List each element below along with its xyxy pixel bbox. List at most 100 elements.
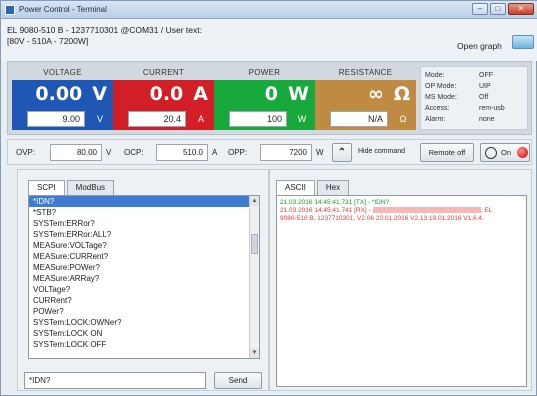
list-item[interactable]: SYSTem:LOCK ON — [29, 328, 259, 339]
status-panel: Mode: OFF OP Mode: UIP MS Mode: Off Access:… — [420, 66, 528, 130]
tab-scpi[interactable]: SCPI — [28, 180, 65, 195]
log-rx-prefix: 21.03.2016 14:45:41.741 [RX] - — [280, 207, 371, 214]
list-item[interactable]: MEASure:VOLTage? — [29, 240, 259, 251]
device-header: EL 9080-510 B - 1237710301 @COM31 / User… — [1, 19, 537, 61]
power-unit: W — [288, 83, 309, 105]
scroll-up-icon[interactable]: ▲ — [250, 196, 259, 206]
window-controls: – □ ✕ — [472, 3, 534, 15]
opp-unit: W — [316, 148, 324, 157]
list-item[interactable]: SYSTem:LOCK:OWNer? — [29, 317, 259, 328]
resistance-set-input[interactable]: N/A — [330, 111, 388, 127]
status-key: Access: — [425, 105, 450, 112]
send-button[interactable]: Send — [214, 372, 262, 389]
voltage-set: 9.00 V — [12, 108, 113, 130]
log-line-tx: 21.03.2016 14:45:41.731 [TX] - *IDN? — [280, 199, 390, 206]
minimize-button[interactable]: – — [472, 3, 488, 15]
voltage-set-input[interactable]: 9.00 — [27, 111, 85, 127]
ovp-label: OVP: — [16, 148, 36, 157]
current-actual: 0.0 A — [113, 80, 214, 108]
scroll-down-icon[interactable]: ▼ — [250, 348, 259, 358]
status-value: UIP — [479, 83, 491, 90]
ovp-unit: V — [106, 148, 112, 157]
close-button[interactable]: ✕ — [508, 3, 534, 15]
power-label: POWER — [248, 68, 281, 77]
ovp-input[interactable]: 80.00 — [50, 144, 102, 161]
list-item[interactable]: *STB? — [29, 207, 259, 218]
output-on-button[interactable]: On — [480, 143, 530, 162]
output-on-label: On — [501, 148, 512, 157]
current-unit: A — [193, 83, 208, 105]
device-id-line: EL 9080-510 B - 1237710301 @COM31 / User… — [7, 25, 202, 35]
power-ring-icon — [485, 147, 497, 159]
graph-icon[interactable] — [512, 35, 534, 49]
remote-off-button[interactable]: Remote off — [420, 143, 474, 162]
list-item[interactable]: POWer? — [29, 306, 259, 317]
hide-command-button[interactable]: ⌃ — [332, 143, 352, 162]
command-input[interactable]: *IDN? — [24, 372, 206, 389]
list-item[interactable]: SYSTem:ERRor? — [29, 218, 259, 229]
status-row-access: Access: rem-usb — [425, 103, 523, 114]
status-value: rem-usb — [479, 105, 505, 112]
current-set: 20.4 A — [113, 108, 214, 130]
resistance-unit: Ω — [393, 83, 410, 105]
power-set-input[interactable]: 100 — [229, 111, 287, 127]
redacted-text-block — [372, 207, 481, 214]
log-format-tabs: ASCII Hex — [276, 180, 350, 195]
resistance-set-unit: Ω — [399, 114, 407, 124]
open-graph-label[interactable]: Open graph — [457, 41, 502, 51]
command-list-scrollbar[interactable]: ▲ ▼ — [249, 196, 259, 358]
current-gauge: CURRENT 0.0 A 20.4 A — [113, 66, 214, 130]
tab-ascii[interactable]: ASCII — [276, 180, 315, 195]
status-row-ms-mode: MS Mode: Off — [425, 92, 523, 103]
tab-hex[interactable]: Hex — [316, 180, 350, 195]
maximize-button[interactable]: □ — [490, 3, 506, 15]
status-value: OFF — [479, 72, 493, 79]
log-panel: ASCII Hex 21.03.2016 14:45:41.731 [TX] -… — [269, 169, 532, 391]
command-list[interactable]: *IDN? *STB? SYSTem:ERRor? SYSTem:ERRor:A… — [28, 195, 260, 359]
protocol-tabs: SCPI ModBus — [28, 180, 115, 195]
status-value: Off — [479, 94, 489, 101]
measurement-band: VOLTAGE 0.00 V 9.00 V CURRENT 0.0 A 20.4… — [7, 61, 532, 135]
device-rating-line: [80V - 510A - 7200W] — [7, 36, 89, 46]
status-value: none — [479, 116, 495, 123]
output-led-icon — [517, 147, 528, 158]
opp-label: OPP: — [228, 148, 248, 157]
ocp-label: OCP: — [124, 148, 144, 157]
list-item[interactable]: MEASure:CURRent? — [29, 251, 259, 262]
device-info: EL 9080-510 B - 1237710301 @COM31 / User… — [7, 25, 202, 47]
list-item[interactable]: *IDN? — [29, 196, 259, 207]
voltage-gauge: VOLTAGE 0.00 V 9.00 V — [12, 66, 113, 130]
opp-input[interactable]: 7200 — [260, 144, 312, 161]
status-key: OP Mode: — [425, 83, 457, 90]
scroll-thumb[interactable] — [251, 234, 258, 254]
list-item[interactable]: VOLTage? — [29, 284, 259, 295]
command-panel: SCPI ModBus *IDN? *STB? SYSTem:ERRor? SY… — [17, 169, 269, 391]
resistance-value: ∞ — [368, 83, 384, 105]
resistance-set: N/A Ω — [315, 108, 416, 130]
resistance-gauge: RESISTANCE ∞ Ω N/A Ω — [315, 66, 416, 130]
communication-log[interactable]: 21.03.2016 14:45:41.731 [TX] - *IDN? 21.… — [276, 195, 527, 387]
power-set: 100 W — [214, 108, 315, 130]
resistance-label: RESISTANCE — [338, 68, 393, 77]
ocp-input[interactable]: 510.0 — [156, 144, 208, 161]
list-item[interactable]: CURRent? — [29, 295, 259, 306]
window-title: Power Control - Terminal — [19, 5, 107, 14]
voltage-label: VOLTAGE — [43, 68, 82, 77]
list-item[interactable]: MEASure:POWer? — [29, 262, 259, 273]
protection-row: OVP: 80.00 V OCP: 510.0 A OPP: 7200 W ⌃ … — [7, 139, 532, 165]
power-set-unit: W — [297, 114, 307, 124]
power-value: 0 — [264, 83, 279, 105]
voltage-actual: 0.00 V — [12, 80, 113, 108]
log-line-rx-continued: 9080-510 B, 1237710301, V2.06 20.01.2016… — [280, 215, 484, 222]
list-item[interactable]: SYSTem:ERRor:ALL? — [29, 229, 259, 240]
list-item[interactable]: MEASure:ARRay? — [29, 273, 259, 284]
current-set-input[interactable]: 20.4 — [128, 111, 186, 127]
current-set-unit: A — [197, 114, 204, 124]
status-row-alarm: Alarm: none — [425, 114, 523, 125]
status-row-mode: Mode: OFF — [425, 70, 523, 81]
list-item[interactable]: SYSTem:LOCK OFF — [29, 339, 259, 350]
tab-modbus[interactable]: ModBus — [66, 180, 115, 195]
status-key: Mode: — [425, 72, 445, 79]
chevron-up-icon: ⌃ — [337, 147, 347, 158]
log-rx-tail: , EL — [480, 207, 493, 214]
